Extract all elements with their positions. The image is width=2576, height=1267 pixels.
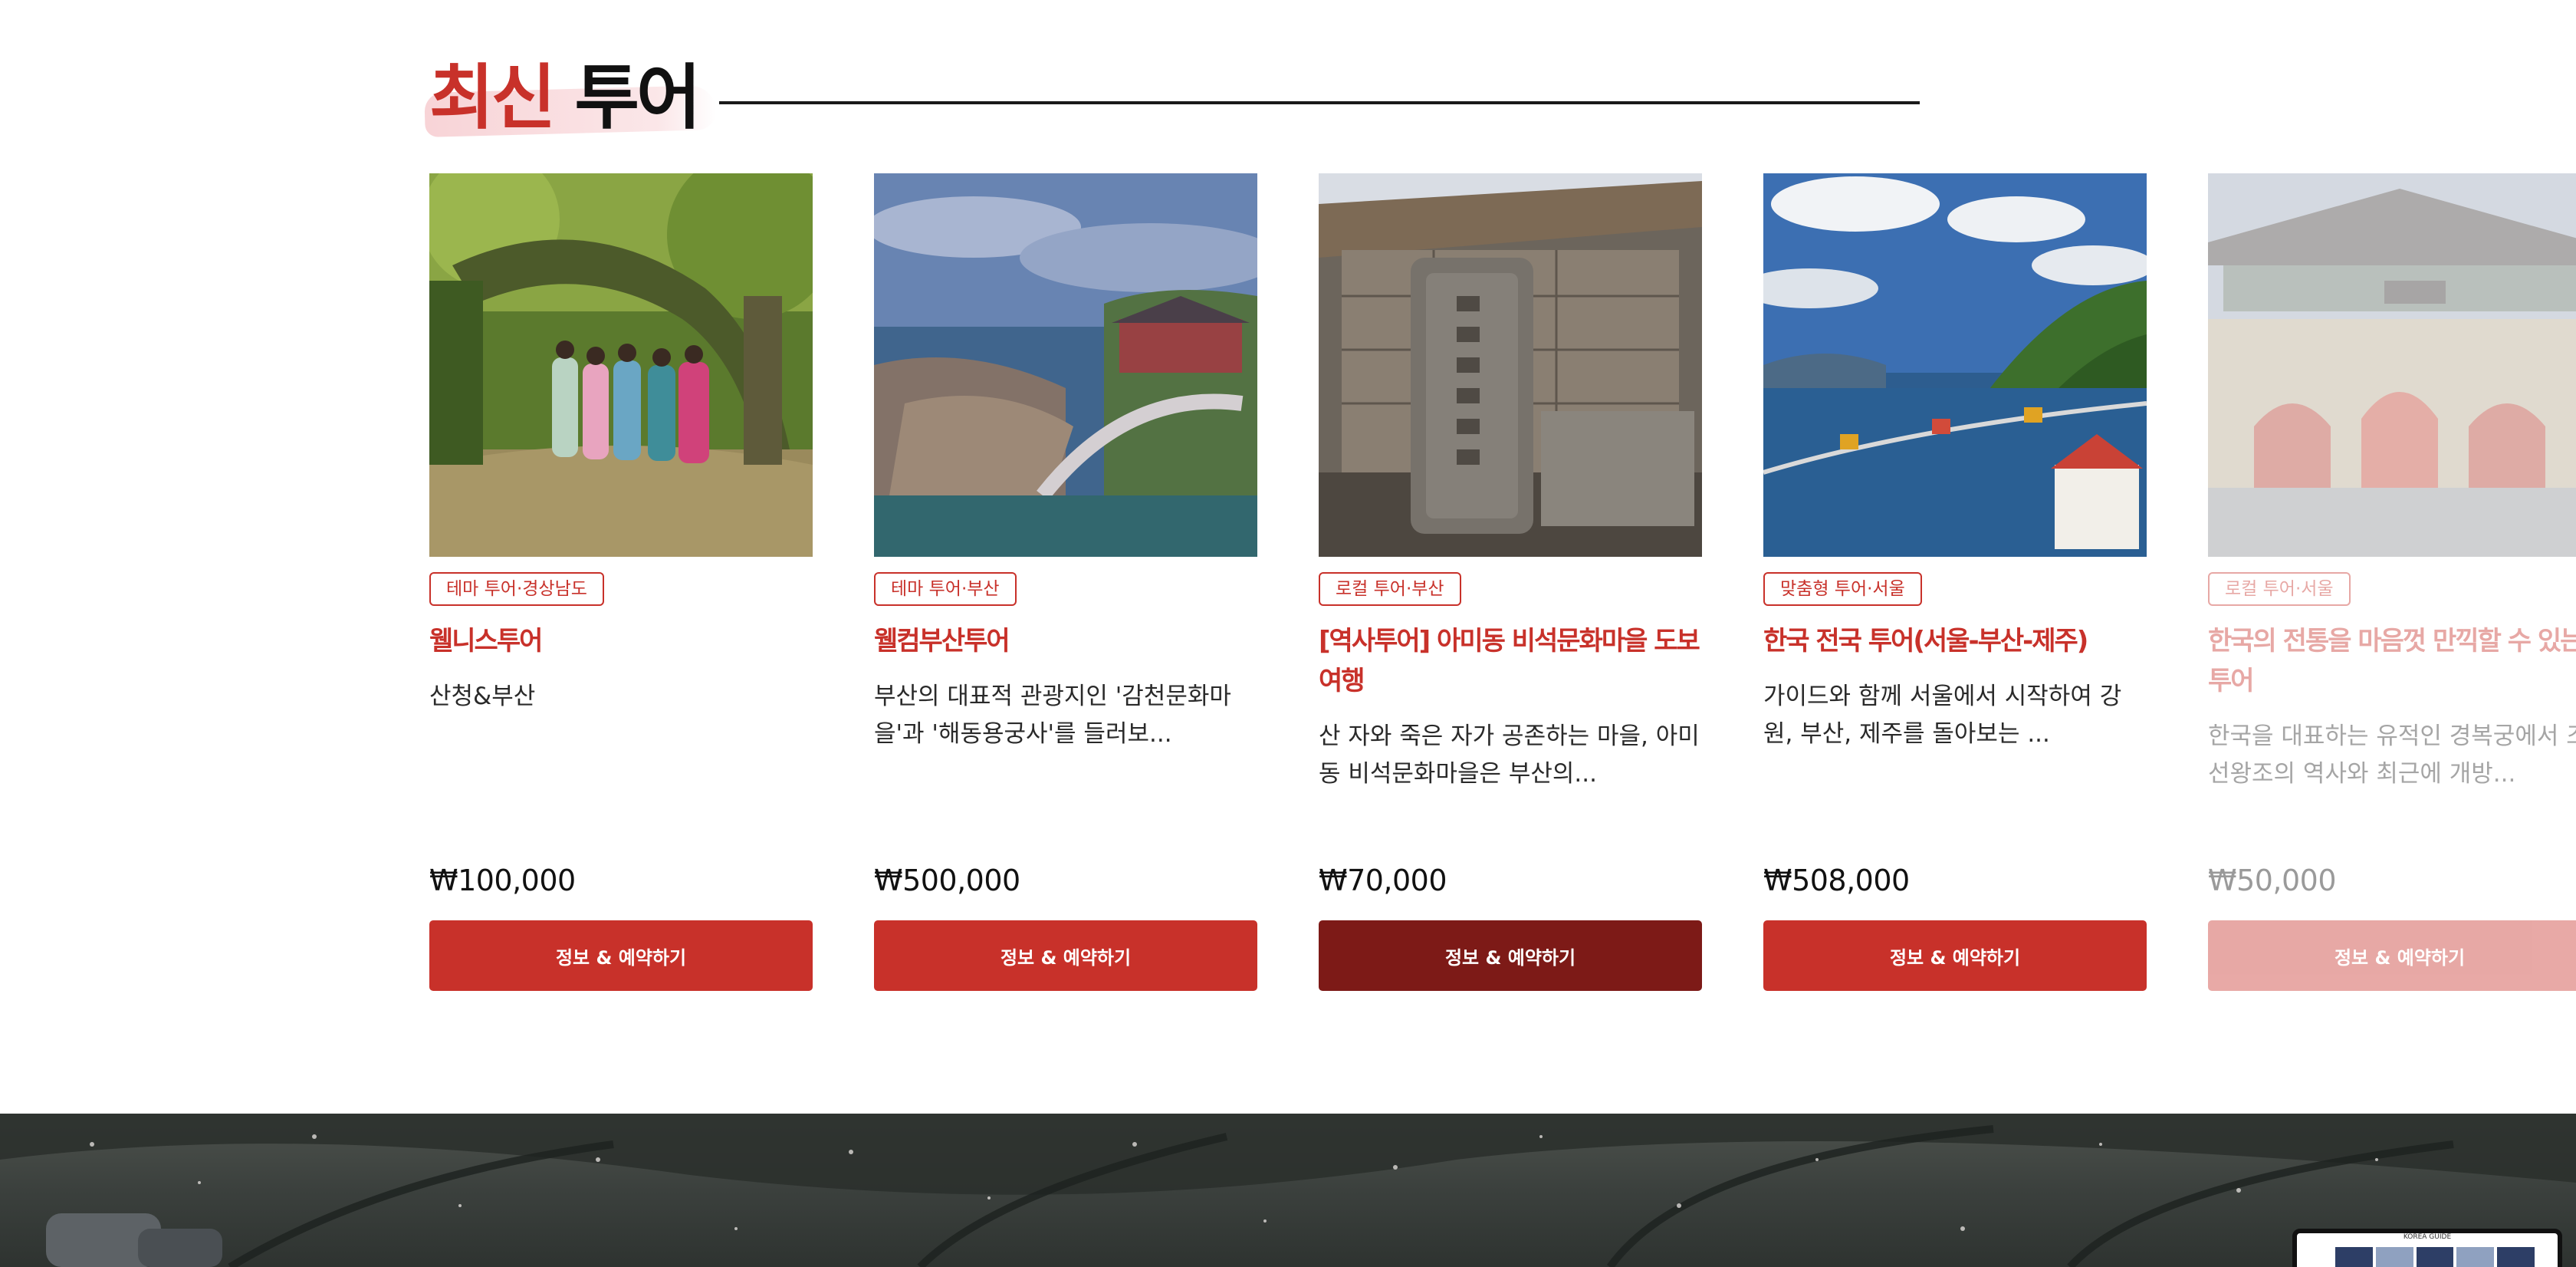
tour-card: 로컬 투어·부산 [역사투어] 아미동 비석문화마을 도보여행 산 자와 죽은 … <box>1319 173 1702 991</box>
tour-image[interactable] <box>429 173 813 557</box>
tour-title[interactable]: [역사투어] 아미동 비석문화마을 도보여행 <box>1319 621 1702 701</box>
bottom-banner: KOREA GUIDE <box>0 1114 2576 1267</box>
tour-tag: 테마 투어·경상남도 <box>429 572 604 606</box>
tour-description: 산청&부산 <box>429 683 536 710</box>
book-button[interactable]: 정보 & 예약하기 <box>1319 920 1702 991</box>
stone-monument-photo <box>1319 173 1702 557</box>
hanbok-tree-photo <box>429 173 813 557</box>
tour-tag: 로컬 투어·서울 <box>2208 572 2351 606</box>
tour-image[interactable] <box>2208 173 2576 557</box>
book-button[interactable]: 정보 & 예약하기 <box>874 920 1257 991</box>
tour-title[interactable]: 웰컴부산투어 <box>874 621 1257 661</box>
tour-tag: 테마 투어·부산 <box>874 572 1017 606</box>
tour-image[interactable] <box>1763 173 2147 557</box>
sea-coast-photo <box>1763 173 2147 557</box>
section-title-accent: 최신 <box>429 57 556 139</box>
tour-description: 산 자와 죽은 자가 공존하는 마을, 아미동 비석문화마을은 부산의... <box>1319 722 1700 788</box>
tour-description: 가이드와 함께 서울에서 시작하여 강원, 부산, 제주를 돌아보는 ... <box>1763 683 2122 748</box>
tour-card: 테마 투어·부산 웰컴부산투어 부산의 대표적 관광지인 '감천문화마을'과 '… <box>874 173 1257 991</box>
tour-card: 로컬 투어·서울 한국의 전통을 마음껏 만끽할 수 있는 투어 한국을 대표하… <box>2208 173 2576 991</box>
blossom-street-photo <box>0 1114 2576 1267</box>
tour-carousel: 테마 투어·경상남도 웰니스투어 산청&부산 ₩100,000 정보 & 예약하… <box>429 173 2576 1032</box>
book-button[interactable]: 정보 & 예약하기 <box>2208 920 2576 991</box>
tour-tag: 로컬 투어·부산 <box>1319 572 1461 606</box>
book-button[interactable]: 정보 & 예약하기 <box>1763 920 2147 991</box>
tour-tag: 맞춤형 투어·서울 <box>1763 572 1922 606</box>
mini-screen-preview: KOREA GUIDE <box>2292 1229 2562 1267</box>
tour-description: 한국을 대표하는 유적인 경복궁에서 조선왕조의 역사와 최근에 개방... <box>2208 722 2576 788</box>
tour-price: ₩100,000 <box>429 864 576 897</box>
section-header: 최신 투어 <box>424 46 1924 146</box>
tour-price: ₩500,000 <box>874 864 1020 897</box>
tour-price: ₩70,000 <box>1319 864 1447 897</box>
book-button[interactable]: 정보 & 예약하기 <box>429 920 813 991</box>
tour-card: 테마 투어·경상남도 웰니스투어 산청&부산 ₩100,000 정보 & 예약하… <box>429 173 813 991</box>
section-title-rest: 투어 <box>574 57 701 139</box>
coastal-temple-photo <box>874 173 1257 557</box>
tour-title[interactable]: 한국의 전통을 마음껏 만끽할 수 있는 투어 <box>2208 621 2576 701</box>
tour-image[interactable] <box>1319 173 1702 557</box>
section-title: 최신 투어 <box>429 52 702 144</box>
tour-price: ₩50,000 <box>2208 864 2337 897</box>
tour-title[interactable]: 웰니스투어 <box>429 621 813 661</box>
tour-card: 맞춤형 투어·서울 한국 전국 투어(서울-부산-제주) 가이드와 함께 서울에… <box>1763 173 2147 991</box>
tour-image[interactable] <box>874 173 1257 557</box>
tour-price: ₩508,000 <box>1763 864 1910 897</box>
tour-description: 부산의 대표적 관광지인 '감천문화마을'과 '해동용궁사'를 들러보... <box>874 683 1231 748</box>
palace-gate-photo <box>2208 173 2576 557</box>
mini-screen-label: KOREA GUIDE <box>2403 1233 2452 1241</box>
mini-screen-tiles <box>2335 1247 2535 1267</box>
title-divider <box>719 101 1920 104</box>
tour-title[interactable]: 한국 전국 투어(서울-부산-제주) <box>1763 621 2147 661</box>
